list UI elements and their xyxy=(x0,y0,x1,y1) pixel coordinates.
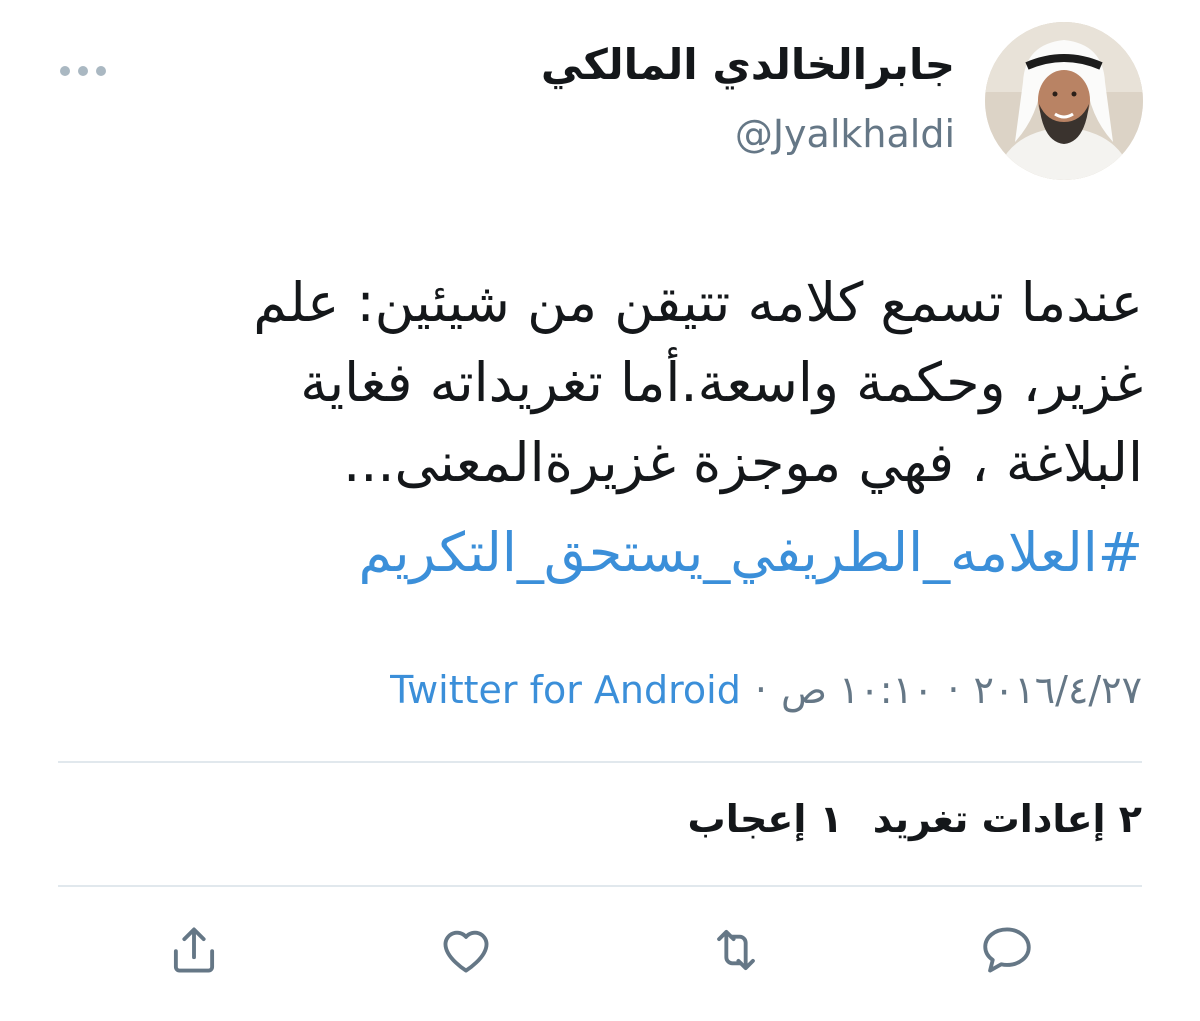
divider xyxy=(58,885,1142,887)
tweet-source-link[interactable]: Twitter for Android xyxy=(390,668,741,712)
heart-icon xyxy=(443,930,489,973)
dot xyxy=(96,66,106,76)
tweet-text-line: البلاغة ، فهي موجزة غزيرةالمعنى... xyxy=(343,431,1143,494)
like-button[interactable] xyxy=(434,918,498,982)
share-button[interactable] xyxy=(162,918,226,982)
divider xyxy=(58,761,1142,763)
dot xyxy=(78,66,88,76)
hashtag-link[interactable]: #العلامه_الطريفي_يستحق_التكريم xyxy=(60,513,1143,593)
user-handle[interactable]: @Jyalkhaldi xyxy=(735,112,955,156)
tweet-time: ١٠:١٠ ص xyxy=(780,668,934,712)
tweet-stats: ٢ إعادات تغريد ١ إعجاب xyxy=(688,797,1142,841)
avatar[interactable] xyxy=(985,22,1143,180)
retweet-icon xyxy=(717,929,755,971)
more-options-button[interactable] xyxy=(60,58,106,84)
tweet-text-line: عندما تسمع كلامه تتيقن من شيئين: علم xyxy=(253,271,1143,334)
dot xyxy=(60,66,70,76)
share-icon xyxy=(173,927,215,973)
retweets-count[interactable]: ٢ إعادات تغريد xyxy=(873,797,1142,841)
tweet-meta: ٢٠١٦/٤/٢٧ · ١٠:١٠ ص · Twitter for Androi… xyxy=(390,668,1142,712)
reply-button[interactable] xyxy=(975,918,1039,982)
likes-count[interactable]: ١ إعجاب xyxy=(688,797,843,841)
meta-separator: · xyxy=(947,668,960,712)
retweet-button[interactable] xyxy=(704,918,768,982)
tweet-text-line: غزير، وحكمة واسعة.أما تغريداته فغاية xyxy=(300,351,1143,414)
meta-separator: · xyxy=(754,668,767,712)
reply-icon xyxy=(983,927,1031,973)
tweet-date: ٢٠١٦/٤/٢٧ xyxy=(973,668,1142,712)
profile-photo-icon xyxy=(985,22,1143,180)
user-display-name[interactable]: جابرالخالدي المالكي xyxy=(541,40,955,89)
